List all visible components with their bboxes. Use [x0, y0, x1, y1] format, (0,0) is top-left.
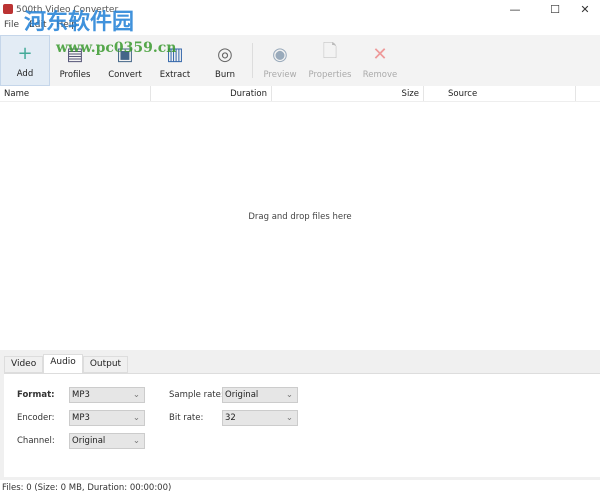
- properties-button[interactable]: 🗋 Properties: [305, 35, 355, 86]
- tab-video[interactable]: Video: [4, 356, 44, 373]
- toolbar-label: Profiles: [59, 70, 91, 80]
- channel-label: Channel:: [17, 436, 55, 446]
- sample-rate-select[interactable]: Original ⌄: [222, 387, 298, 403]
- chevron-down-icon: ⌄: [285, 390, 293, 400]
- file-list-header: Name Duration Size Source: [0, 86, 600, 102]
- status-bar: Files: 0 (Size: 0 MB, Duration: 00:00:00…: [2, 483, 172, 493]
- sample-rate-value: Original: [225, 390, 259, 400]
- toolbar-label: Burn: [215, 70, 235, 80]
- toolbar-label: Preview: [263, 70, 297, 80]
- maximize-button[interactable]: ☐: [540, 0, 570, 20]
- sample-rate-label: Sample rate:: [169, 390, 224, 400]
- channel-select[interactable]: Original ⌄: [69, 433, 145, 449]
- audio-panel: Format: MP3 ⌄ Encoder: MP3 ⌄ Channel: Orig…: [4, 373, 600, 477]
- toolbar-label: Properties: [308, 70, 352, 80]
- app-icon: [3, 4, 13, 14]
- menu-help[interactable]: Help: [57, 20, 78, 35]
- format-value: MP3: [72, 390, 90, 400]
- burn-button[interactable]: ◎ Burn: [200, 35, 250, 86]
- column-name[interactable]: Name: [0, 86, 151, 101]
- properties-icon: 🗋: [322, 41, 338, 62]
- extract-icon: ▥: [166, 43, 184, 65]
- tab-audio[interactable]: Audio: [43, 354, 83, 373]
- bit-rate-select[interactable]: 32 ⌄: [222, 410, 298, 426]
- add-icon: +: [17, 42, 33, 64]
- settings-area: Video Audio Output Format: MP3 ⌄ Encoder:…: [0, 350, 600, 480]
- convert-button[interactable]: ▣ Convert: [100, 35, 150, 86]
- extract-button[interactable]: ▥ Extract: [150, 35, 200, 86]
- bit-rate-label: Bit rate:: [169, 413, 204, 423]
- encoder-select[interactable]: MP3 ⌄: [69, 410, 145, 426]
- toolbar-separator: [252, 43, 253, 78]
- add-button[interactable]: + Add: [0, 35, 50, 86]
- tab-output[interactable]: Output: [82, 356, 129, 373]
- encoder-label: Encoder:: [17, 413, 55, 423]
- convert-icon: ▣: [116, 43, 134, 65]
- format-select[interactable]: MP3 ⌄: [69, 387, 145, 403]
- encoder-value: MP3: [72, 413, 90, 423]
- chevron-down-icon: ⌄: [132, 436, 140, 446]
- column-source[interactable]: Source: [424, 86, 576, 101]
- bit-rate-value: 32: [225, 413, 236, 423]
- close-button[interactable]: ✕: [570, 0, 600, 20]
- toolbar-label: Convert: [108, 70, 142, 80]
- toolbar-label: Extract: [159, 70, 191, 80]
- menu-file[interactable]: File: [4, 20, 19, 35]
- window-title: 500th Video Converter: [16, 5, 119, 15]
- profiles-button[interactable]: ▤ Profiles: [50, 35, 100, 86]
- profiles-icon: ▤: [66, 43, 84, 65]
- chevron-down-icon: ⌄: [285, 413, 293, 423]
- format-label: Format:: [17, 390, 55, 400]
- chevron-down-icon: ⌄: [132, 413, 140, 423]
- preview-button[interactable]: ◉ Preview: [255, 35, 305, 86]
- chevron-down-icon: ⌄: [132, 390, 140, 400]
- drop-hint: Drag and drop files here: [248, 212, 352, 222]
- toolbar: + Add ▤ Profiles ▣ Convert ▥ Extract ◎ Burn ◉ Previ…: [0, 35, 600, 86]
- disc-icon: ◎: [217, 43, 233, 65]
- column-size[interactable]: Size: [272, 86, 424, 101]
- remove-icon: ✕: [372, 43, 388, 65]
- eye-icon: ◉: [272, 43, 288, 65]
- toolbar-label: Remove: [362, 70, 398, 80]
- menu-edit[interactable]: Edit: [29, 20, 46, 35]
- minimize-button[interactable]: —: [500, 0, 530, 20]
- toolbar-label: Add: [16, 69, 34, 79]
- remove-button[interactable]: ✕ Remove: [355, 35, 405, 86]
- column-duration[interactable]: Duration: [151, 86, 272, 101]
- channel-value: Original: [72, 436, 106, 446]
- menu-bar: File Edit Help: [0, 20, 77, 35]
